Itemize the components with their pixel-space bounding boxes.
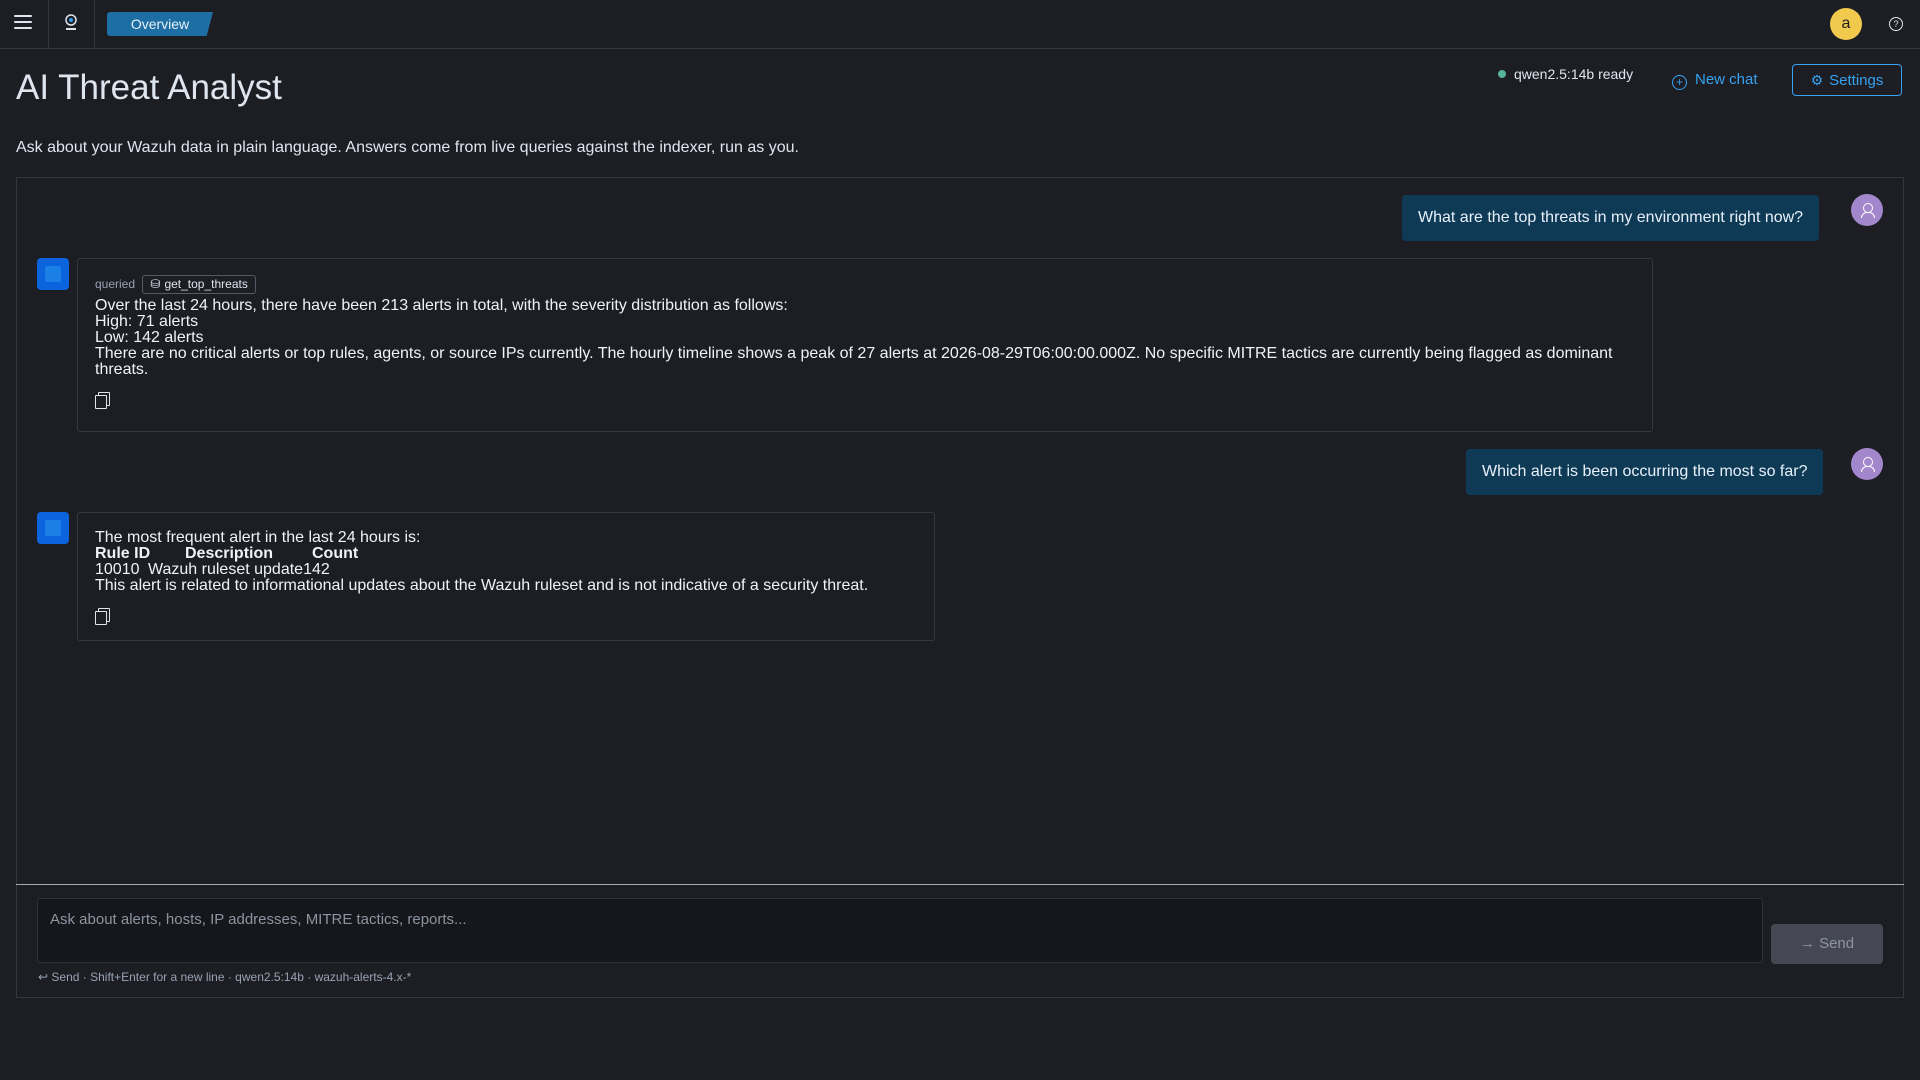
assistant-message: The most frequent alert in the last 24 h… [77, 512, 935, 641]
page-subtitle: Ask about your Wazuh data in plain langu… [16, 139, 799, 156]
new-chat-button[interactable]: + New chat [1672, 71, 1758, 90]
send-label: Send [1819, 935, 1855, 952]
table-header-row: Rule ID Description Count [95, 546, 917, 562]
user-message: What are the top threats in my environme… [1402, 195, 1820, 241]
tool-name: get_top_threats [164, 277, 248, 291]
help-icon[interactable]: ? [1889, 17, 1903, 31]
user-icon [1851, 194, 1883, 226]
table-header-cell: Rule ID [95, 545, 151, 562]
settings-label: Settings [1829, 72, 1884, 89]
status-dot-icon [1498, 70, 1506, 78]
assistant-avatar-icon [37, 258, 69, 290]
menu-icon[interactable] [14, 15, 32, 31]
composer-hint: ↩ Send · Shift+Enter for a new line · qw… [38, 970, 412, 984]
table-header-cell: Count [312, 545, 359, 562]
message-line: Over the last 24 hours, there have been … [95, 297, 788, 314]
copy-icon[interactable] [95, 392, 110, 409]
hint-send: Send [51, 970, 80, 984]
table-row: 10010 Wazuh ruleset update142 [95, 562, 917, 578]
plus-circle-icon: + [1672, 75, 1687, 90]
composer-divider [16, 884, 1904, 885]
message-line: Low: 142 alerts [95, 329, 204, 346]
arrow-right-icon: → [1799, 935, 1815, 952]
new-chat-label: New chat [1695, 71, 1758, 88]
user-avatar[interactable]: a [1830, 8, 1862, 40]
assistant-avatar-icon [37, 512, 69, 544]
model-status: qwen2.5:14b ready [1498, 66, 1633, 82]
tool-call-line: queried ⛁ get_top_threats [95, 275, 1635, 294]
top-bar: Overview a ? [0, 0, 1920, 49]
message-line: High: 71 alerts [95, 313, 199, 330]
table-cell: Wazuh ruleset update [148, 561, 304, 578]
copy-icon[interactable] [95, 608, 110, 625]
gear-icon: ⚙ [1810, 72, 1824, 88]
divider [94, 0, 95, 48]
assistant-message: queried ⛁ get_top_threats Over the last 2… [77, 258, 1653, 432]
send-button[interactable]: → Send [1771, 924, 1883, 964]
app-logo-icon[interactable] [62, 13, 80, 33]
model-status-text: qwen2.5:14b ready [1514, 66, 1634, 82]
divider [48, 0, 49, 48]
table-header-cell: Description [185, 545, 274, 562]
page-title: AI Threat Analyst [16, 68, 282, 107]
message-line: This alert is related to informational u… [95, 577, 869, 594]
user-message: Which alert is been occurring the most s… [1466, 449, 1824, 495]
enter-icon: ↩ [38, 970, 49, 984]
settings-button[interactable]: ⚙ Settings [1792, 64, 1902, 96]
user-icon [1851, 448, 1883, 480]
chat-input[interactable] [37, 898, 1763, 963]
message-line: There are no critical alerts or top rule… [95, 345, 1613, 378]
database-icon: ⛁ [150, 277, 161, 291]
table-cell: 142 [303, 561, 330, 578]
message-line: The most frequent alert in the last 24 h… [95, 529, 421, 546]
breadcrumb-overview[interactable]: Overview [107, 12, 213, 36]
hint-text: Shift+Enter for a new line · qwen2.5:14b… [90, 970, 412, 984]
table-cell: 10010 [95, 561, 140, 578]
tool-prefix: queried [95, 277, 136, 291]
tool-badge[interactable]: ⛁ get_top_threats [142, 275, 256, 294]
